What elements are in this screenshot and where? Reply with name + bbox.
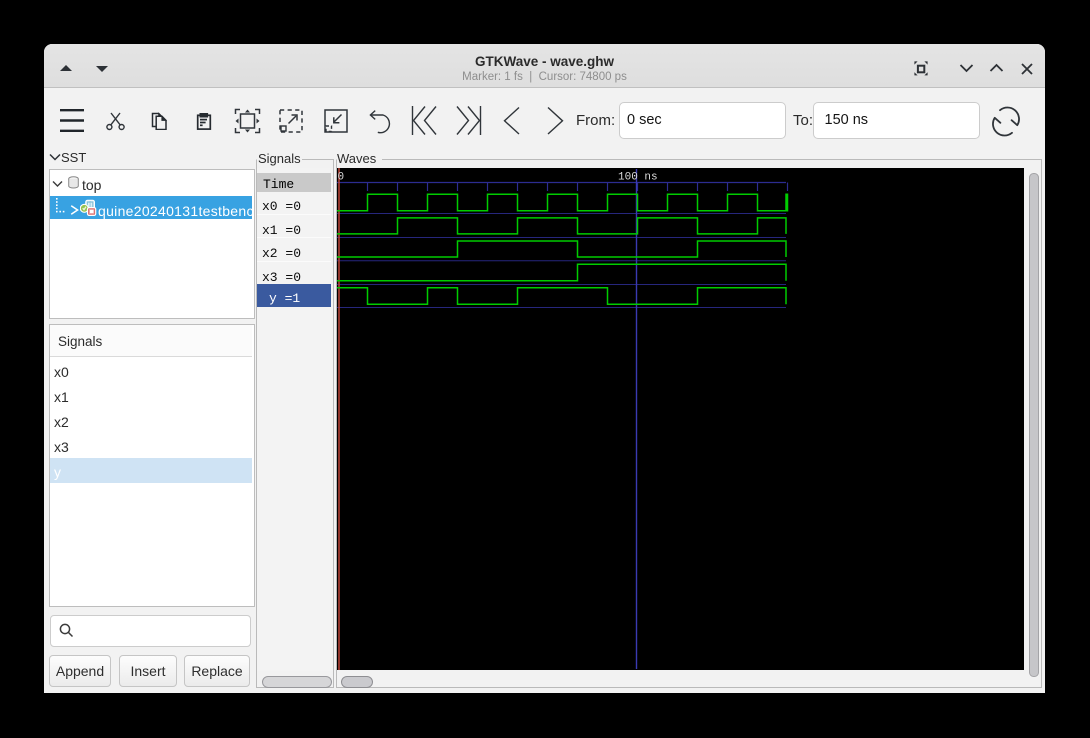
svg-text:100 ns: 100 ns (618, 172, 658, 184)
svg-text:0: 0 (338, 172, 345, 184)
